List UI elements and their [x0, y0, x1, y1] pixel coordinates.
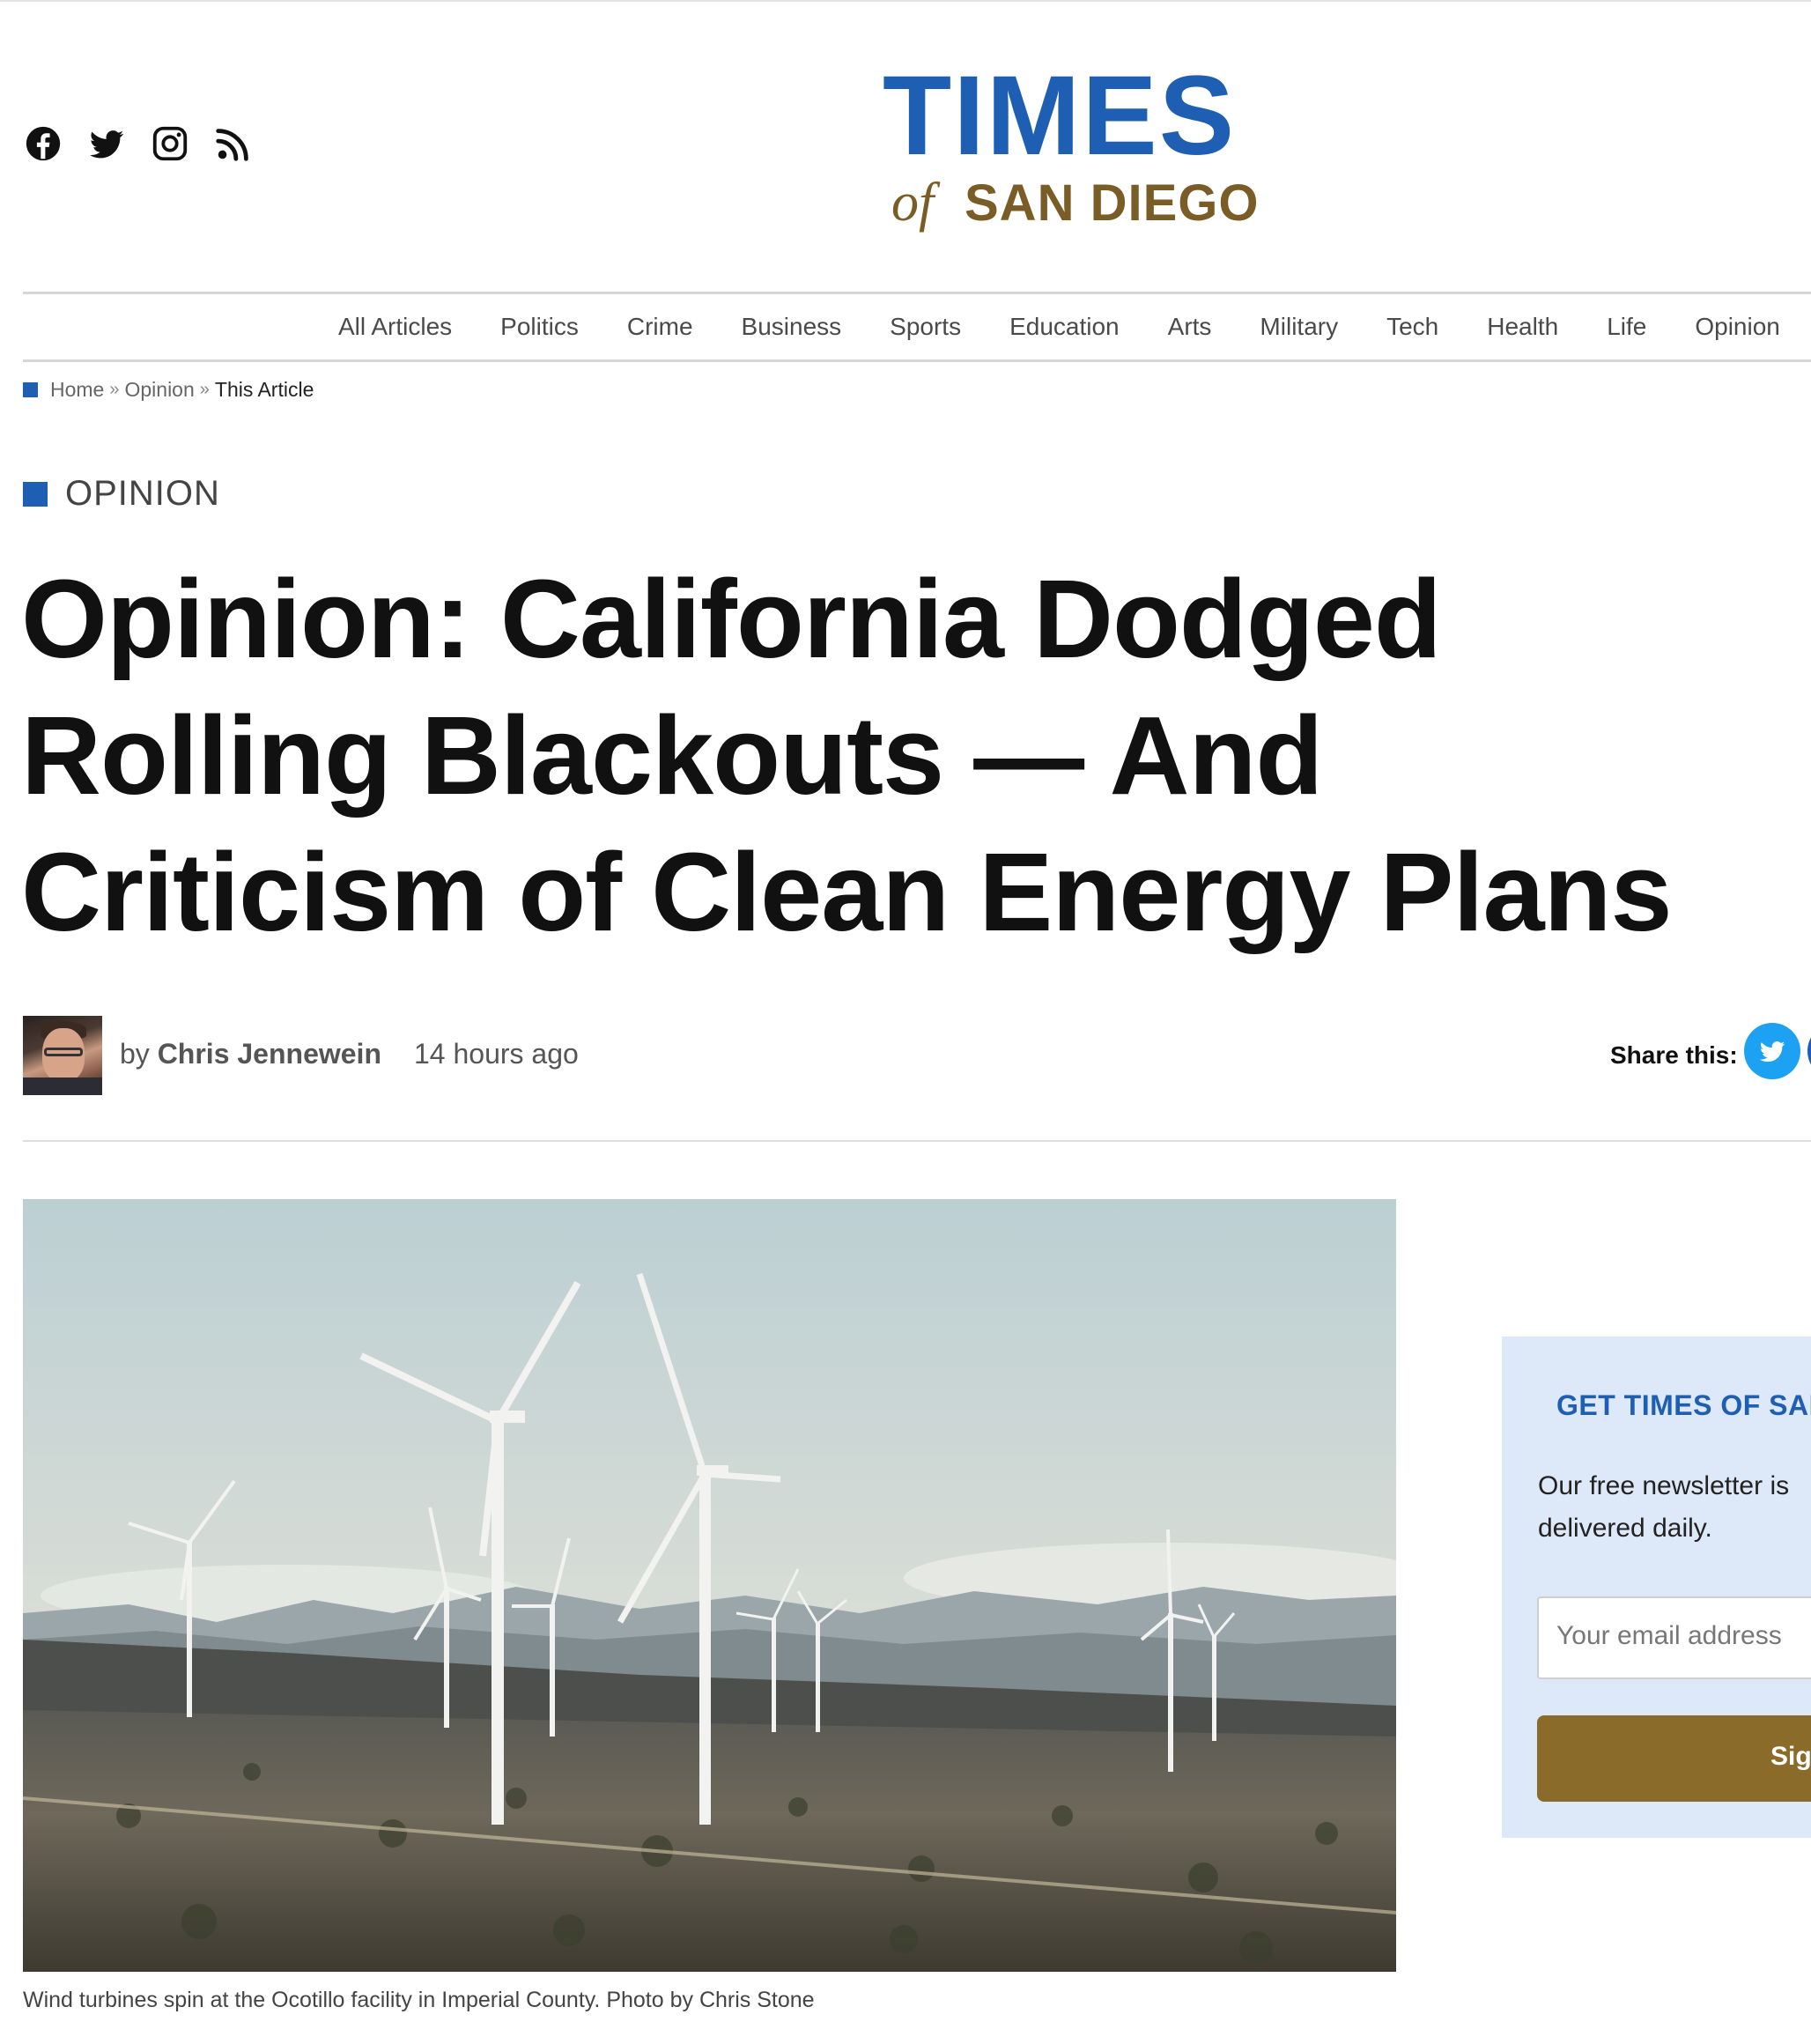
byline-prefix: by: [120, 1038, 150, 1070]
nav-item-life[interactable]: Life: [1607, 313, 1646, 341]
rss-icon[interactable]: [213, 123, 254, 164]
nav-item-all-articles[interactable]: All Articles: [338, 313, 452, 341]
nav-item-sports[interactable]: Sports: [890, 313, 961, 341]
nav-list: All Articles Politics Crime Business Spo…: [338, 294, 1811, 359]
breadcrumb-separator: »: [109, 380, 120, 399]
logo-of-text: of: [891, 173, 941, 233]
nav-item-business[interactable]: Business: [742, 313, 842, 341]
nav-item-crime[interactable]: Crime: [627, 313, 693, 341]
logo-times-text: TIMES: [883, 53, 1236, 179]
instagram-icon[interactable]: [150, 123, 190, 164]
breadcrumb: Home » Opinion » This Article: [23, 378, 314, 402]
image-caption: Wind turbines spin at the Ocotillo facil…: [23, 1988, 815, 2012]
newsletter-description: Our free newsletter is delivered daily.: [1538, 1471, 1790, 1543]
nav-item-health[interactable]: Health: [1487, 313, 1558, 341]
author-avatar[interactable]: [23, 1016, 102, 1095]
breadcrumb-current: This Article: [214, 378, 314, 401]
top-border: [0, 0, 1811, 2]
category-label[interactable]: OPINION: [65, 474, 220, 514]
share-label: Share this:: [1610, 1041, 1738, 1069]
breadcrumb-marker: [23, 382, 38, 397]
twitter-icon: [1759, 1041, 1785, 1063]
newsletter-box: GET TIMES OF SAN DIEGO Our free newslett…: [1502, 1337, 1811, 1838]
facebook-icon[interactable]: [23, 123, 63, 164]
publish-time: 14 hours ago: [414, 1038, 579, 1070]
sign-up-button[interactable]: Sign Up: [1537, 1715, 1811, 1802]
category-marker: [23, 481, 48, 507]
social-links: [23, 123, 254, 164]
twitter-icon[interactable]: [86, 123, 127, 164]
newsletter-title: GET TIMES OF SAN DIEGO: [1556, 1389, 1811, 1421]
logo-sandiego-text: SAN DIEGO: [965, 174, 1260, 232]
byline: by Chris Jennewein: [120, 1038, 381, 1070]
email-field[interactable]: Your email address: [1537, 1596, 1811, 1679]
hero-image: [23, 1199, 1396, 1972]
nav-item-tech[interactable]: Tech: [1386, 313, 1438, 341]
share-twitter-button[interactable]: [1744, 1023, 1800, 1079]
nav-item-politics[interactable]: Politics: [500, 313, 579, 341]
breadcrumb-home-link[interactable]: Home: [50, 378, 104, 402]
nav-item-arts[interactable]: Arts: [1168, 313, 1212, 341]
author-name-link[interactable]: Chris Jennewein: [158, 1038, 381, 1070]
breadcrumb-separator: »: [199, 380, 210, 399]
article-category: OPINION: [23, 474, 220, 514]
article-headline: Opinion: California Dodged Rolling Black…: [21, 557, 1673, 954]
nav-item-military[interactable]: Military: [1260, 313, 1338, 341]
main-nav: All Articles Politics Crime Business Spo…: [23, 292, 1811, 362]
nav-item-opinion[interactable]: Opinion: [1695, 313, 1780, 341]
wind-turbine-photo: [23, 1199, 1396, 1972]
site-logo[interactable]: TIMES of SAN DIEGO: [881, 53, 1286, 247]
breadcrumb-opinion-link[interactable]: Opinion: [124, 378, 194, 402]
byline-divider: [23, 1140, 1811, 1142]
share-facebook-button[interactable]: [1807, 1023, 1811, 1079]
nav-item-education[interactable]: Education: [1009, 313, 1120, 341]
